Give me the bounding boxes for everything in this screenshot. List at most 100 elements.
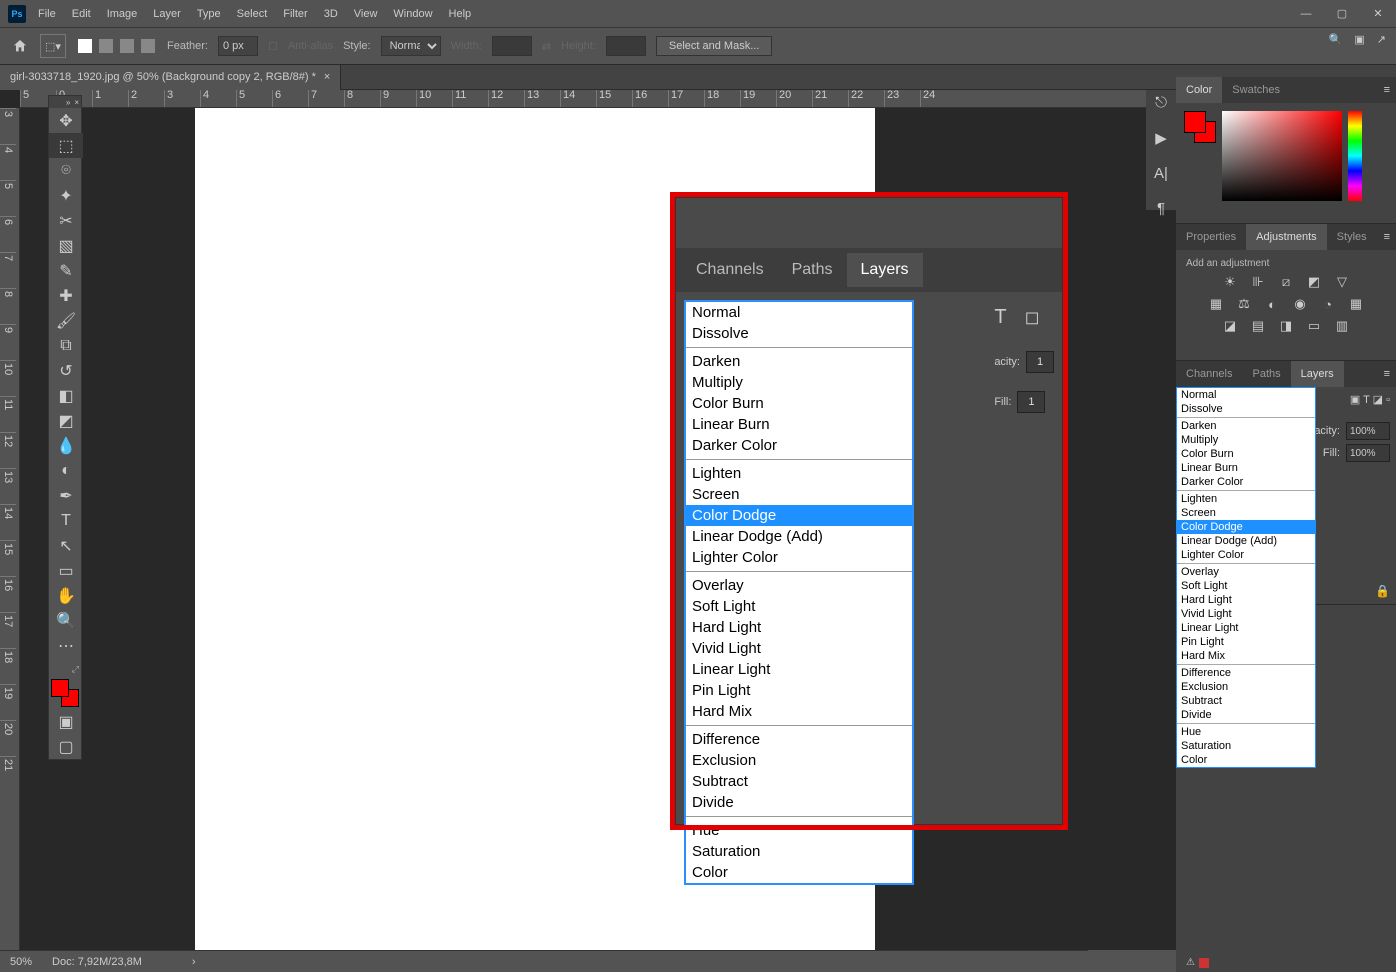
path-tool[interactable]: ↖	[49, 533, 83, 558]
height-input[interactable]	[606, 36, 646, 56]
actions-icon[interactable]: ▶	[1155, 129, 1167, 147]
lock-all-icon[interactable]: 🔒	[1375, 584, 1390, 598]
tab-paths[interactable]: Paths	[1242, 361, 1290, 387]
tab-channels[interactable]: Channels	[1176, 361, 1242, 387]
zoom-tool[interactable]: 🔍	[49, 608, 83, 633]
close-button[interactable]: ✕	[1360, 0, 1396, 27]
home-icon[interactable]	[10, 36, 30, 56]
tab-layers[interactable]: Layers	[1291, 361, 1344, 387]
blend-hue[interactable]: Hue	[1177, 725, 1315, 739]
blend-vivid-light[interactable]: Vivid Light	[1177, 607, 1315, 621]
brightness-icon[interactable]: ☀	[1221, 275, 1239, 289]
hue-icon[interactable]: ▦	[1207, 297, 1225, 311]
panel-menu-icon[interactable]: ≡	[1378, 231, 1396, 243]
toolbar-collapse-icon[interactable]: »	[66, 98, 70, 107]
close-tab-icon[interactable]: ×	[324, 71, 330, 83]
blend-difference[interactable]: Difference	[1177, 666, 1315, 680]
crop-tool[interactable]: ✂	[49, 208, 83, 233]
blend-soft-light[interactable]: Soft Light	[1177, 579, 1315, 593]
color-field[interactable]	[1222, 111, 1342, 201]
blend-linear-dodge-add-[interactable]: Linear Dodge (Add)	[1177, 534, 1315, 548]
more-tools[interactable]: ⋯	[49, 633, 83, 658]
blend-darken[interactable]: Darken	[1177, 419, 1315, 433]
tool-preset[interactable]: ⬚▾	[40, 34, 66, 58]
maximize-button[interactable]: ▢	[1324, 0, 1360, 27]
blend-lighten[interactable]: Lighten	[1177, 492, 1315, 506]
workspace-icon[interactable]: ▣	[1354, 33, 1364, 46]
fg-bg-swatch[interactable]	[1184, 111, 1216, 143]
lut-icon[interactable]: ▦	[1347, 297, 1365, 311]
menu-file[interactable]: File	[30, 4, 64, 24]
history-brush-tool[interactable]: ↺	[49, 358, 83, 383]
share-icon[interactable]: ↗	[1377, 33, 1386, 46]
menu-window[interactable]: Window	[385, 4, 440, 24]
menu-edit[interactable]: Edit	[64, 4, 99, 24]
mixer-icon[interactable]: ◔	[1319, 297, 1337, 311]
blend-hard-mix[interactable]: Hard Mix	[1177, 649, 1315, 663]
balance-icon[interactable]: ⚖	[1235, 297, 1253, 311]
blend-darker-color[interactable]: Darker Color	[1177, 475, 1315, 489]
status-arrow-icon[interactable]: ›	[192, 956, 196, 968]
history-icon[interactable]: ⎋	[1155, 94, 1167, 111]
stamp-tool[interactable]: ⧉	[49, 333, 83, 358]
blend-saturation[interactable]: Saturation	[1177, 739, 1315, 753]
blend-linear-light[interactable]: Linear Light	[1177, 621, 1315, 635]
selection-mode[interactable]	[76, 39, 157, 53]
search-icon[interactable]: 🔍	[1329, 33, 1343, 46]
zoom-level[interactable]: 50%	[10, 956, 32, 968]
invert-icon[interactable]: ◪	[1221, 319, 1239, 333]
blend-overlay[interactable]: Overlay	[1177, 565, 1315, 579]
curves-icon[interactable]: ⧄	[1277, 275, 1295, 289]
eyedropper-tool[interactable]: ✎	[49, 258, 83, 283]
tab-styles[interactable]: Styles	[1327, 224, 1377, 250]
select-mask-button[interactable]: Select and Mask...	[656, 36, 773, 56]
tab-color[interactable]: Color	[1176, 77, 1222, 103]
blend-color[interactable]: Color	[1177, 753, 1315, 767]
blend-lighter-color[interactable]: Lighter Color	[1177, 548, 1315, 562]
levels-icon[interactable]: ⊪	[1249, 275, 1267, 289]
tab-adjustments[interactable]: Adjustments	[1246, 224, 1327, 250]
poster-icon[interactable]: ▤	[1249, 319, 1267, 333]
opacity-input[interactable]	[1346, 422, 1390, 440]
menu-help[interactable]: Help	[441, 4, 480, 24]
blend-dissolve[interactable]: Dissolve	[1177, 402, 1315, 416]
blend-color-burn[interactable]: Color Burn	[1177, 447, 1315, 461]
blend-multiply[interactable]: Multiply	[1177, 433, 1315, 447]
para-icon[interactable]: ¶	[1157, 200, 1165, 217]
blend-saturation[interactable]: Saturation	[686, 841, 912, 862]
heal-tool[interactable]: ✚	[49, 283, 83, 308]
hand-tool[interactable]: ✋	[49, 583, 83, 608]
menu-filter[interactable]: Filter	[275, 4, 315, 24]
shape-tool[interactable]: ▭	[49, 558, 83, 583]
tab-swatches[interactable]: Swatches	[1222, 77, 1290, 103]
color-swatches[interactable]	[51, 679, 79, 707]
menu-3d[interactable]: 3D	[316, 4, 346, 24]
screenmode-tool[interactable]: ▢	[49, 734, 83, 759]
menu-layer[interactable]: Layer	[145, 4, 189, 24]
quickmask-tool[interactable]: ▣	[49, 709, 83, 734]
blur-tool[interactable]: 💧	[49, 433, 83, 458]
width-input[interactable]	[492, 36, 532, 56]
gradmap-icon[interactable]: ▭	[1305, 319, 1323, 333]
blend-subtract[interactable]: Subtract	[1177, 694, 1315, 708]
dodge-tool[interactable]: ◐	[49, 458, 83, 483]
move-tool[interactable]: ✥	[49, 108, 83, 133]
style-select[interactable]: Normal	[381, 36, 441, 56]
blend-color-dodge[interactable]: Color Dodge	[1177, 520, 1315, 534]
selective-icon[interactable]: ▥	[1333, 319, 1351, 333]
doc-info[interactable]: Doc: 7,92M/23,8M	[52, 956, 142, 968]
hue-slider[interactable]	[1348, 111, 1362, 201]
fill-input[interactable]	[1346, 444, 1390, 462]
tab-properties[interactable]: Properties	[1176, 224, 1246, 250]
lasso-tool[interactable]: ⌾	[49, 158, 83, 183]
swap-colors-icon[interactable]: ⤢	[49, 662, 81, 677]
blend-normal[interactable]: Normal	[1177, 388, 1315, 402]
vibrance-icon[interactable]: ▽	[1333, 275, 1351, 289]
menu-image[interactable]: Image	[99, 4, 146, 24]
blend-color[interactable]: Color	[686, 862, 912, 883]
blend-mode-dropdown[interactable]: NormalDissolve DarkenMultiplyColor Burn Li…	[1176, 387, 1316, 768]
blend-hard-light[interactable]: Hard Light	[1177, 593, 1315, 607]
toolbar-close-icon[interactable]: ×	[74, 98, 79, 107]
menu-type[interactable]: Type	[189, 4, 229, 24]
pen-tool[interactable]: ✒	[49, 483, 83, 508]
